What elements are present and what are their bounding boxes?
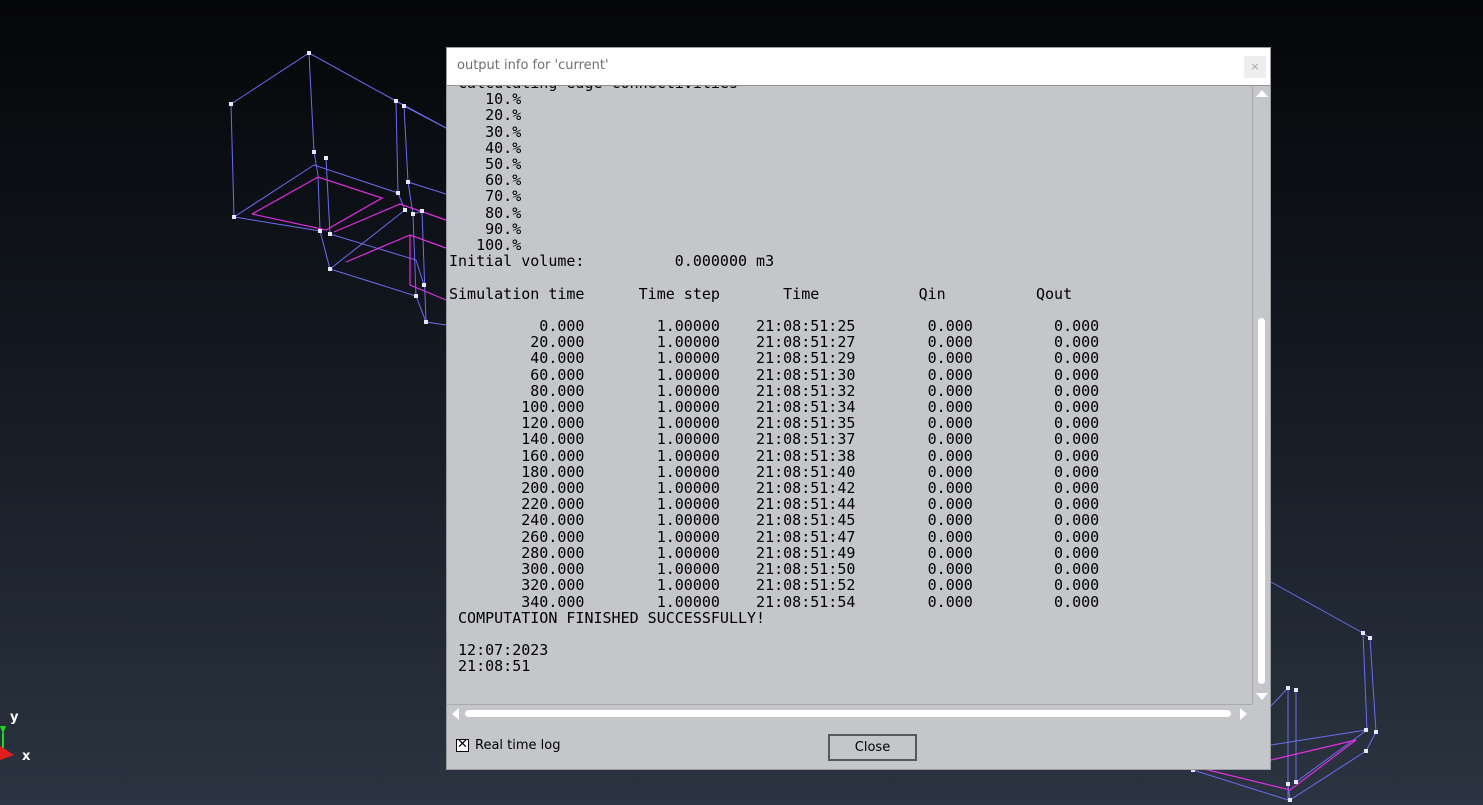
dialog-close-icon[interactable]: ×: [1244, 56, 1266, 78]
vertical-scrollbar[interactable]: [1252, 86, 1270, 704]
checkbox-check-icon: ✕: [457, 737, 468, 752]
real-time-log-checkbox[interactable]: ✕: [456, 737, 469, 752]
scroll-up-arrow-icon[interactable]: [1256, 90, 1268, 97]
dialog-footer: ✕ Real time log Close: [447, 722, 1270, 769]
output-info-dialog: output info for 'current' × Calculating …: [446, 47, 1271, 770]
scroll-left-arrow-icon[interactable]: [452, 708, 459, 720]
dialog-titlebar[interactable]: output info for 'current' ×: [447, 48, 1270, 86]
output-log[interactable]: Calculating edge connectivities 10.% 20.…: [447, 86, 1252, 704]
horizontal-scroll-thumb[interactable]: [465, 710, 1231, 717]
wireframe-left: [230, 52, 447, 326]
close-button[interactable]: Close: [828, 734, 917, 761]
scroll-right-arrow-icon[interactable]: [1240, 708, 1247, 720]
output-log-text: Calculating edge connectivities 10.% 20.…: [449, 86, 1100, 676]
scroll-down-arrow-icon[interactable]: [1256, 693, 1268, 700]
real-time-log-label[interactable]: Real time log: [475, 738, 560, 753]
axis-triad-icon: [0, 726, 14, 760]
vertical-scroll-thumb[interactable]: [1258, 318, 1265, 684]
axis-label-y: y: [10, 710, 19, 725]
wireframe-left-magenta: [251, 176, 447, 301]
scroll-corner: [1252, 704, 1270, 722]
dialog-title: output info for 'current': [457, 58, 609, 73]
horizontal-scrollbar[interactable]: [447, 704, 1252, 722]
axis-label-x: x: [22, 749, 31, 764]
